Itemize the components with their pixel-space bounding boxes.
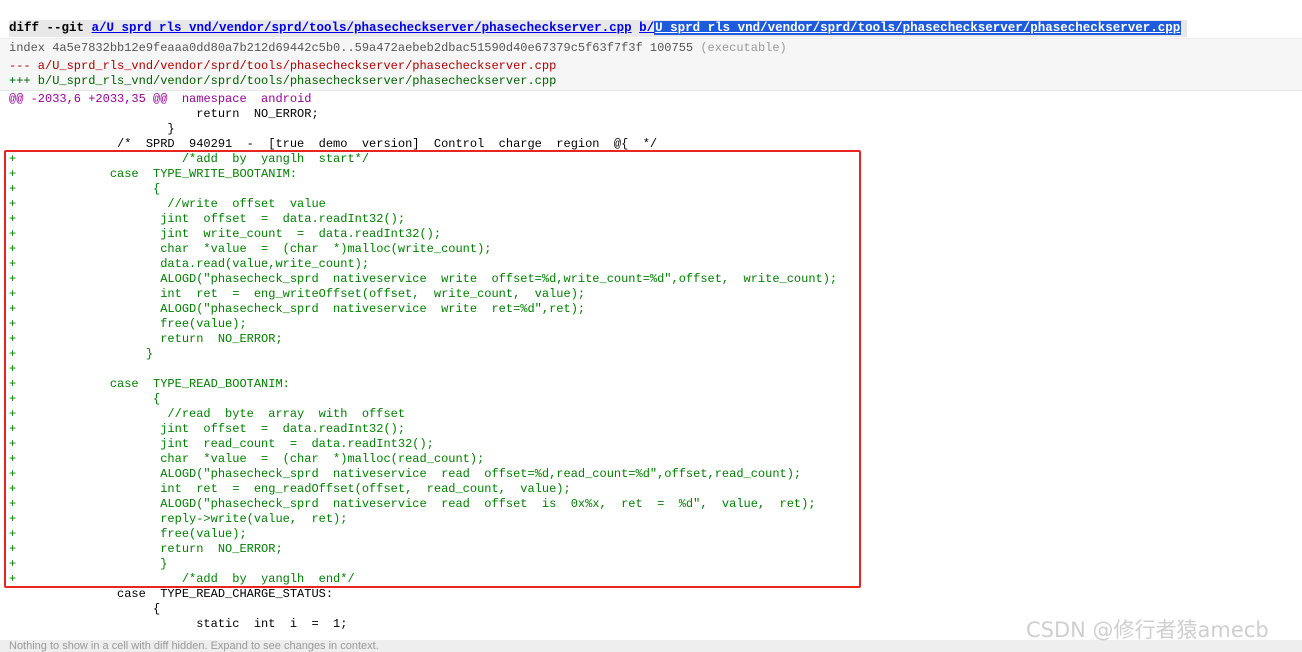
code-text: ALOGD("phasecheck_sprd nativeservice wri…	[9, 302, 586, 316]
code-text: free(value);	[9, 317, 247, 331]
code-text: reply->write(value, ret);	[9, 512, 348, 526]
index-line: index 4a5e7832bb12e9feaaa0dd80a7b212d694…	[9, 41, 787, 56]
code-text: char *value = (char *)malloc(write_count…	[9, 242, 492, 256]
new-file-link-prefix[interactable]: b/	[639, 21, 654, 35]
code-text: /* SPRD 940291 - [true demo version] Con…	[9, 137, 658, 151]
code-text: /*add by yanglh end*/	[9, 572, 355, 586]
old-file-link[interactable]: a/U_sprd_rls_vnd/vendor/sprd/tools/phase…	[92, 21, 632, 35]
code-text: return NO_ERROR;	[9, 542, 283, 556]
code-text: jint read_count = data.readInt32();	[9, 437, 434, 451]
diff-git-prefix: diff --git	[9, 21, 92, 35]
bottom-hint: Nothing to show in a cell with diff hidd…	[9, 641, 379, 652]
diff-view: diff --git a/U_sprd_rls_vnd/vendor/sprd/…	[0, 0, 1302, 652]
code-text: case TYPE_READ_CHARGE_STATUS:	[9, 587, 334, 601]
added-marker: +	[9, 362, 17, 376]
code-text: //read byte array with offset	[9, 407, 406, 421]
code-text: ALOGD("phasecheck_sprd nativeservice rea…	[9, 467, 802, 481]
header-separator	[0, 90, 1302, 91]
code-text: case TYPE_READ_BOOTANIM:	[9, 377, 290, 391]
top-edge	[0, 0, 1302, 5]
code-text: static int i = 1;	[9, 617, 348, 631]
hunk-range: @@ -2033,6 +2033,35 @@	[9, 92, 168, 106]
code-text: {	[9, 392, 161, 406]
code-text: //write offset value	[9, 197, 326, 211]
code-text: jint offset = data.readInt32();	[9, 422, 406, 436]
csdn-watermark: CSDN @修行者猿amecb	[1026, 618, 1269, 642]
code-text: {	[9, 602, 161, 616]
code-text: }	[9, 122, 175, 136]
new-file-line: +++ b/U_sprd_rls_vnd/vendor/sprd/tools/p…	[9, 74, 557, 88]
code-text: data.read(value,write_count);	[9, 257, 370, 271]
diff-git-line: diff --git a/U_sprd_rls_vnd/vendor/sprd/…	[9, 20, 1188, 37]
code-text: {	[9, 182, 161, 196]
old-file-line: --- a/U_sprd_rls_vnd/vendor/sprd/tools/p…	[9, 59, 557, 73]
code-text: ALOGD("phasecheck_sprd nativeservice rea…	[9, 497, 816, 511]
index-hashes: index 4a5e7832bb12e9feaaa0dd80a7b212d694…	[9, 41, 694, 55]
code-text: jint write_count = data.readInt32();	[9, 227, 442, 241]
code-text: /*add by yanglh start*/	[9, 152, 370, 166]
code-text: int ret = eng_readOffset(offset, read_co…	[9, 482, 571, 496]
code-text: return NO_ERROR;	[9, 107, 319, 121]
hunk-context: namespace android	[181, 92, 312, 106]
code-text: jint offset = data.readInt32();	[9, 212, 406, 226]
code-text: }	[9, 347, 154, 361]
code-text: return NO_ERROR;	[9, 332, 283, 346]
code-text: case TYPE_WRITE_BOOTANIM:	[9, 167, 298, 181]
code-text: free(value);	[9, 527, 247, 541]
code-text: int ret = eng_writeOffset(offset, write_…	[9, 287, 586, 301]
file-mode-note: (executable)	[700, 41, 787, 55]
new-file-link-selected[interactable]: U_sprd_rls_vnd/vendor/sprd/tools/phasech…	[654, 21, 1182, 35]
code-text: char *value = (char *)malloc(read_count)…	[9, 452, 485, 466]
hunk-header: @@ -2033,6 +2033,35 @@ namespace android	[9, 92, 311, 107]
code-text: }	[9, 557, 168, 571]
code-text: ALOGD("phasecheck_sprd nativeservice wri…	[9, 272, 838, 286]
